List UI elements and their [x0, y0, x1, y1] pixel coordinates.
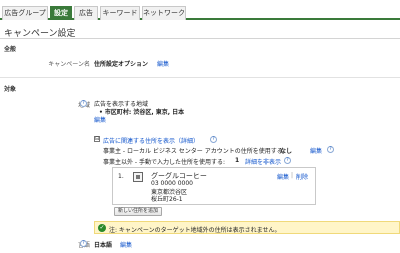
manual-address-label: 事業主以外 - 手動で入力した住所を使用する: — [103, 159, 226, 166]
language-value: 日本語 — [94, 242, 113, 249]
address-line-2: 桜丘町26-1 — [151, 196, 183, 203]
collapse-toggle-icon[interactable]: ⊟ — [94, 136, 100, 142]
divider — [0, 77, 400, 78]
section-targeting: 対象 — [4, 86, 17, 93]
help-icon[interactable]: ? — [327, 146, 334, 153]
address-index: 1. — [118, 173, 124, 180]
region-edit-link[interactable]: 編集 — [94, 115, 106, 124]
add-address-button[interactable]: 新しい住所を追加 — [114, 207, 163, 216]
location-extension-title-link[interactable]: 広告に関連する住所を表示（詳細） — [103, 136, 199, 145]
tab-bar: 広告グループ 設定 広告 キーワード ネットワーク — [0, 0, 400, 20]
campaign-name-edit-link[interactable]: 編集 — [157, 59, 169, 68]
tab-ad-groups[interactable]: 広告グループ — [2, 6, 48, 20]
business-owner-value: なし — [280, 148, 293, 155]
hide-details-link[interactable]: 詳細を非表示 — [245, 157, 281, 166]
business-owner-edit-link[interactable]: 編集 — [310, 146, 322, 155]
campaign-name-value: 住所設定オプション — [94, 61, 149, 68]
divider — [0, 38, 400, 39]
section-general: 全般 — [4, 46, 17, 53]
address-list: 1. グーグルコーヒー 03 0000 0000 東京都渋谷区 桜丘町26-1 … — [112, 167, 316, 205]
help-icon[interactable]: ? — [80, 240, 87, 247]
link-separator: | — [291, 172, 294, 179]
address-edit-link[interactable]: 編集 — [277, 172, 289, 181]
tab-networks[interactable]: ネットワーク — [142, 6, 186, 20]
notice-text: 注: キャンペーンのターゲット地域外の住所は表示されません。 — [109, 227, 281, 234]
business-owner-label: 事業主 - ローカル ビジネス センター アカウントの住所を使用する: — [103, 148, 285, 155]
notice-banner: ✓ 注: キャンペーンのターゲット地域外の住所は表示されません。 — [94, 221, 400, 234]
location-pin-icon — [133, 172, 143, 182]
help-icon[interactable]: ? — [80, 100, 87, 107]
tab-ads[interactable]: 広告 — [74, 6, 98, 20]
address-delete-link[interactable]: 削除 — [296, 172, 308, 181]
region-list-item: • 市区町村: 渋谷区, 東京, 日本 — [99, 109, 185, 116]
checkmark-icon: ✓ — [98, 224, 106, 232]
help-icon[interactable]: ? — [210, 136, 217, 143]
help-icon[interactable]: ? — [284, 157, 291, 164]
tab-settings[interactable]: 設定 — [50, 6, 72, 20]
manual-address-count: 1 — [235, 157, 240, 164]
address-phone: 03 0000 0000 — [151, 180, 193, 187]
campaign-name-label: キャンペーン名 — [48, 61, 90, 68]
language-edit-link[interactable]: 編集 — [120, 240, 132, 249]
tab-keywords[interactable]: キーワード — [100, 6, 140, 20]
